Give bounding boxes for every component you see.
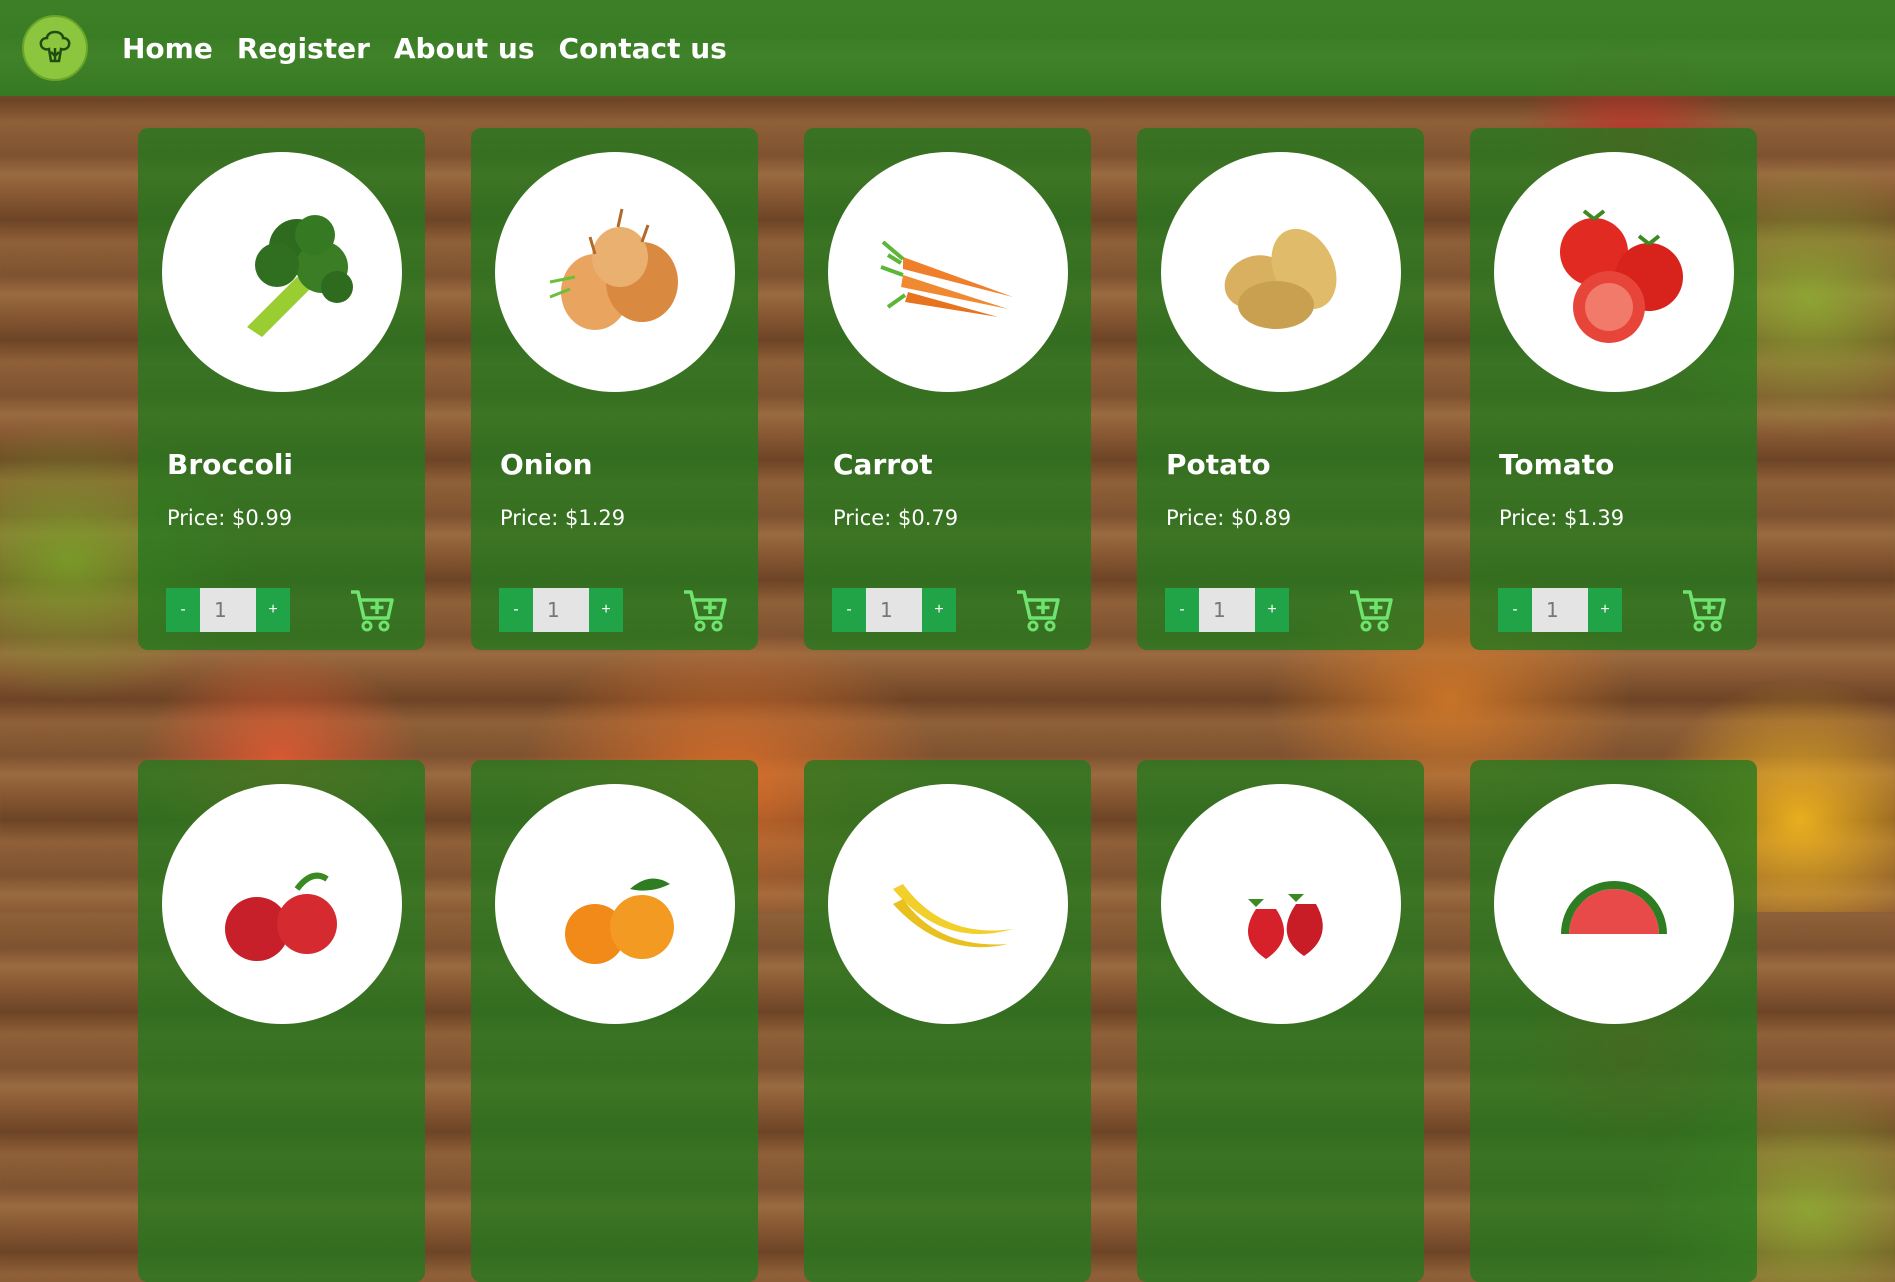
quantity-stepper: - +: [832, 588, 956, 632]
nav-contact-link[interactable]: Contact us: [559, 32, 727, 65]
quantity-stepper: - +: [1498, 588, 1622, 632]
add-to-cart-icon[interactable]: [1347, 586, 1395, 634]
product-price: Price: $0.89: [1166, 506, 1292, 530]
product-image: [1494, 784, 1734, 1024]
product-name: Broccoli: [167, 448, 294, 481]
add-to-cart-icon[interactable]: [348, 586, 396, 634]
add-to-cart-icon[interactable]: [1014, 586, 1062, 634]
decrease-button[interactable]: -: [166, 588, 200, 632]
product-price: Price: $0.79: [833, 506, 959, 530]
product-card: [1470, 760, 1757, 1282]
quantity-stepper: - +: [499, 588, 623, 632]
increase-button[interactable]: +: [589, 588, 623, 632]
potato-icon: [1224, 228, 1337, 329]
carrot-icon: [880, 240, 1013, 317]
increase-button[interactable]: +: [256, 588, 290, 632]
quantity-input[interactable]: [1532, 588, 1588, 632]
product-image: [495, 152, 735, 392]
product-name: Onion: [500, 448, 593, 481]
product-card: [138, 760, 425, 1282]
orange-icon: [565, 878, 674, 964]
increase-button[interactable]: +: [922, 588, 956, 632]
product-card: Potato Price: $0.89 - +: [1137, 128, 1424, 650]
product-image: [1161, 784, 1401, 1024]
navbar: Home Register About us Contact us: [0, 0, 1895, 96]
product-card: Onion Price: $1.29 - +: [471, 128, 758, 650]
broccoli-logo-icon[interactable]: [22, 15, 88, 81]
broccoli-icon: [247, 215, 353, 337]
watermelon-icon: [1561, 881, 1667, 935]
banana-icon: [893, 884, 1013, 948]
quantity-input[interactable]: [200, 588, 256, 632]
nav-register-link[interactable]: Register: [237, 32, 370, 65]
product-price: Price: $0.99: [167, 506, 293, 530]
quantity-input[interactable]: [866, 588, 922, 632]
product-grid: Broccoli Price: $0.99 - + Onion Price: $…: [138, 128, 1757, 1282]
product-image: [1161, 152, 1401, 392]
decrease-button[interactable]: -: [1498, 588, 1532, 632]
product-name: Carrot: [833, 448, 933, 481]
strawberry-icon: [1248, 894, 1323, 959]
decrease-button[interactable]: -: [499, 588, 533, 632]
product-image: [828, 152, 1068, 392]
product-image: [828, 784, 1068, 1024]
add-to-cart-icon[interactable]: [1680, 586, 1728, 634]
product-price: Price: $1.39: [1499, 506, 1625, 530]
nav-about-link[interactable]: About us: [394, 32, 535, 65]
tomato-icon: [1560, 209, 1683, 343]
quantity-input[interactable]: [533, 588, 589, 632]
product-image: [495, 784, 735, 1024]
decrease-button[interactable]: -: [1165, 588, 1199, 632]
product-image: [1494, 152, 1734, 392]
decrease-button[interactable]: -: [832, 588, 866, 632]
product-card: Broccoli Price: $0.99 - +: [138, 128, 425, 650]
product-image: [162, 784, 402, 1024]
product-card: [804, 760, 1091, 1282]
increase-button[interactable]: +: [1588, 588, 1622, 632]
apple-icon: [225, 872, 337, 961]
add-to-cart-icon[interactable]: [681, 586, 729, 634]
quantity-stepper: - +: [1165, 588, 1289, 632]
increase-button[interactable]: +: [1255, 588, 1289, 632]
product-price: Price: $1.29: [500, 506, 626, 530]
quantity-input[interactable]: [1199, 588, 1255, 632]
product-card: Carrot Price: $0.79 - +: [804, 128, 1091, 650]
product-image: [162, 152, 402, 392]
product-card: Tomato Price: $1.39 - +: [1470, 128, 1757, 650]
product-name: Potato: [1166, 448, 1271, 481]
product-card: [471, 760, 758, 1282]
quantity-stepper: - +: [166, 588, 290, 632]
product-name: Tomato: [1499, 448, 1615, 481]
product-card: [1137, 760, 1424, 1282]
onion-icon: [549, 208, 678, 330]
nav-home-link[interactable]: Home: [122, 32, 213, 65]
